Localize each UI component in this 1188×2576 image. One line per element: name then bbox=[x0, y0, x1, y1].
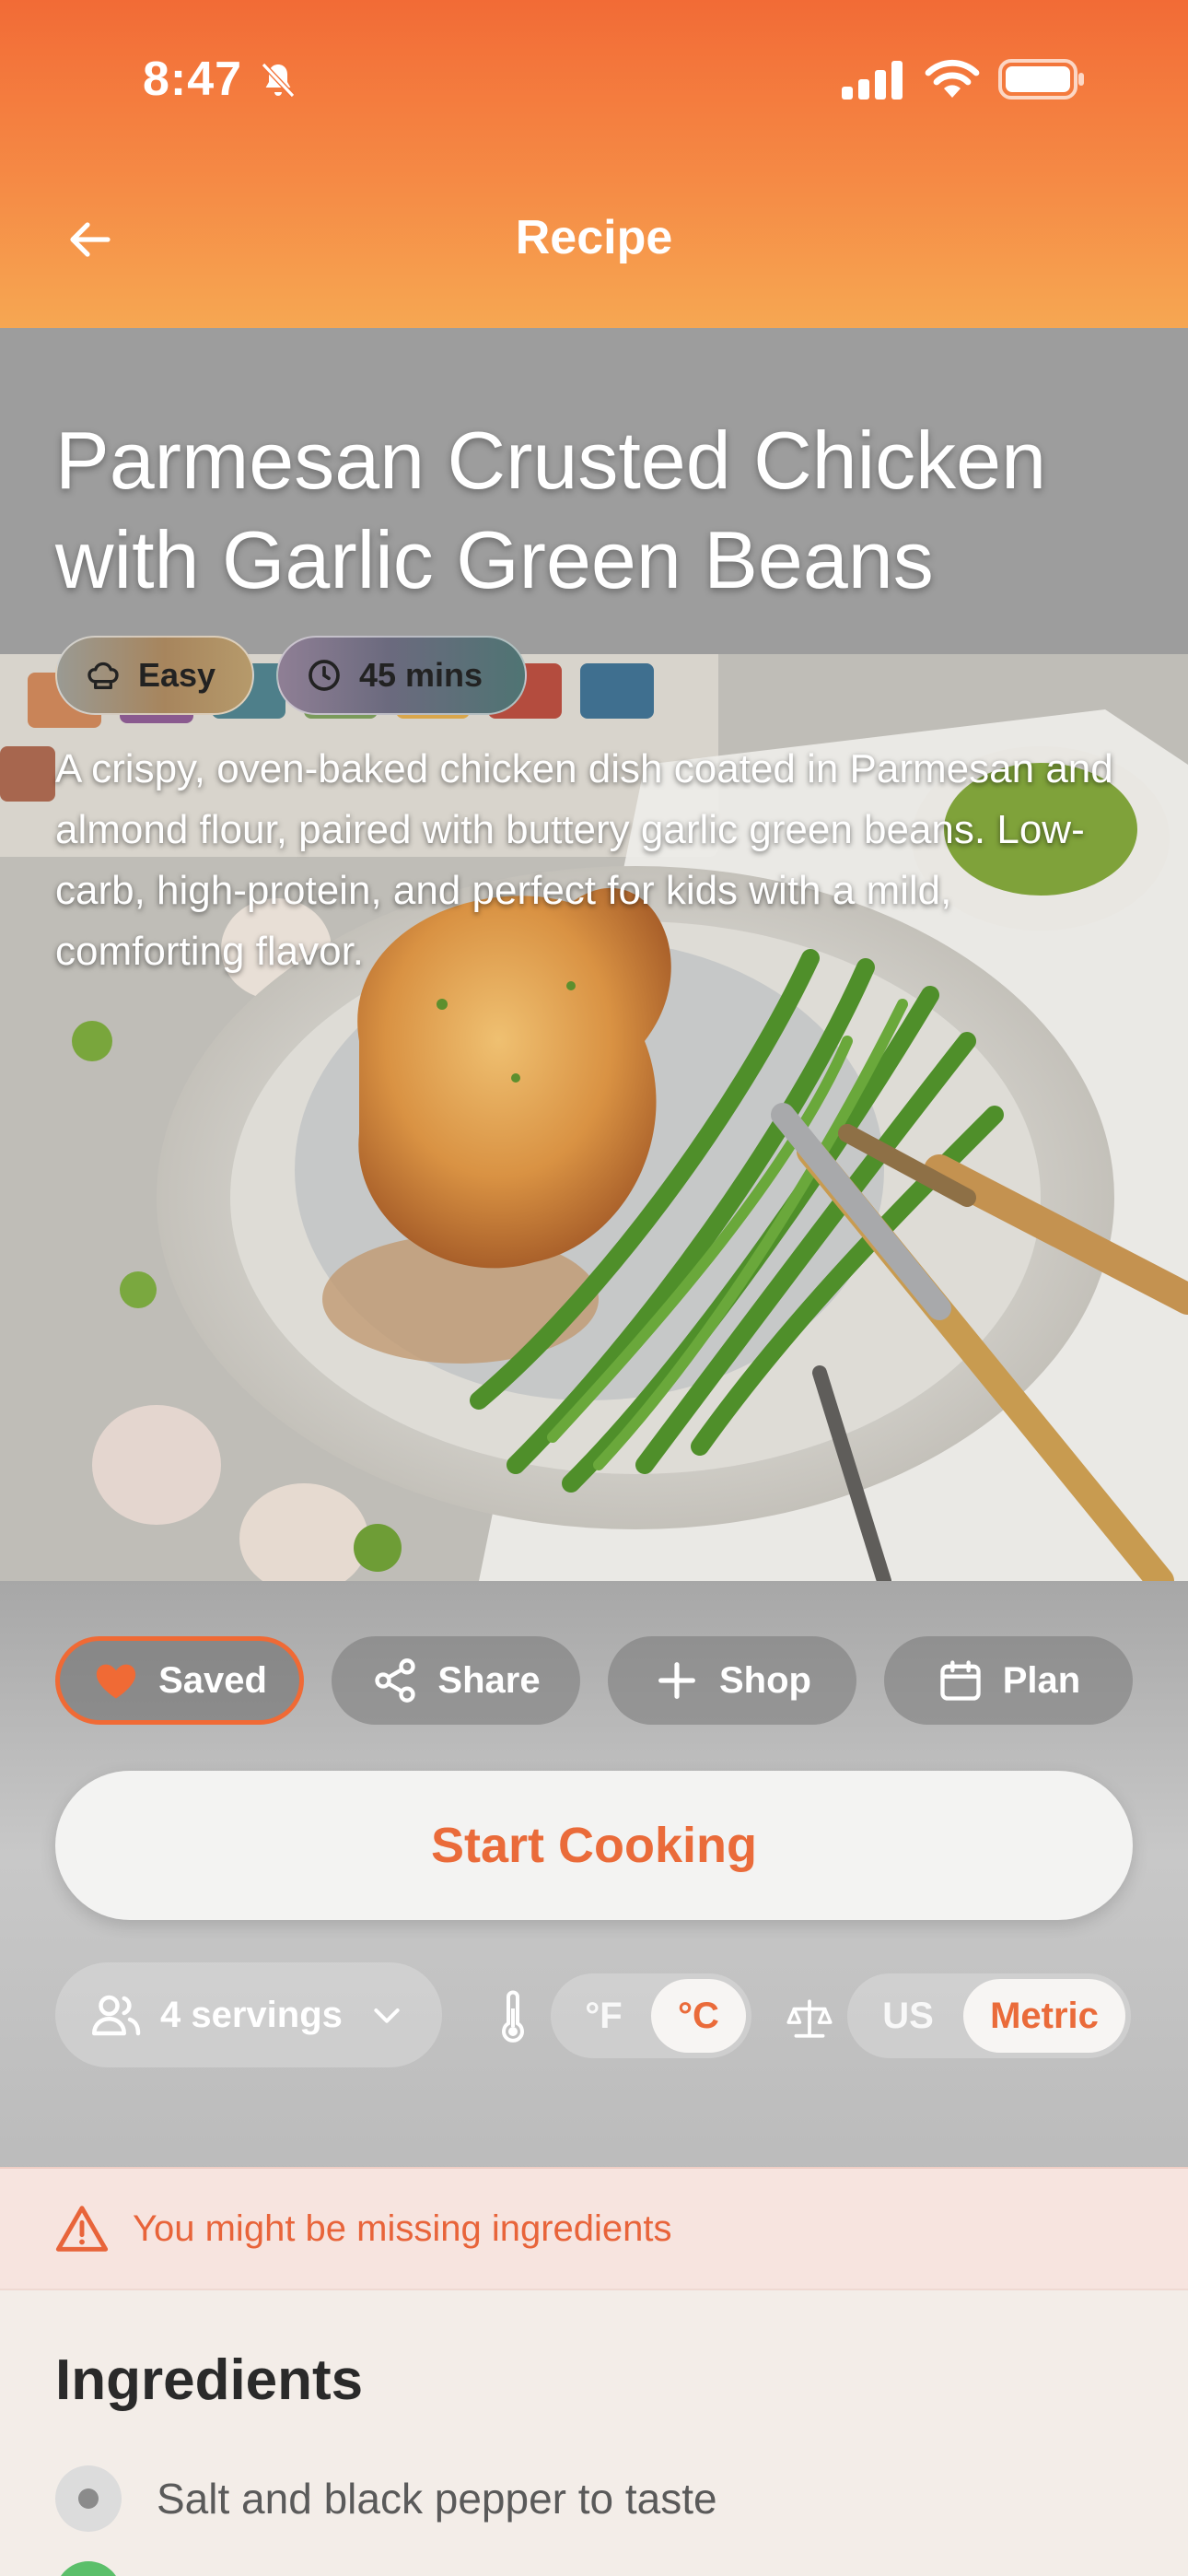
saved-label: Saved bbox=[158, 1659, 267, 1701]
duration-label: 45 mins bbox=[359, 656, 483, 694]
share-icon bbox=[375, 1658, 416, 1703]
chevron-down-icon bbox=[374, 2008, 400, 2023]
duration-badge: 45 mins bbox=[276, 636, 527, 715]
share-button[interactable]: Share bbox=[332, 1636, 580, 1725]
scale-icon bbox=[786, 1999, 833, 2038]
battery-icon bbox=[998, 59, 1084, 100]
bell-slash-icon bbox=[261, 62, 296, 99]
app-header: 8:47 Recipe bbox=[0, 0, 1188, 328]
chef-hat-icon bbox=[87, 662, 119, 689]
page-title: Recipe bbox=[515, 211, 673, 264]
servings-label: 4 servings bbox=[160, 1994, 343, 2035]
difficulty-badge: Easy bbox=[55, 636, 254, 715]
ingredient-item[interactable]: Salt and black pepper to taste bbox=[55, 2465, 717, 2532]
difficulty-label: Easy bbox=[138, 656, 216, 694]
ingredient-label: Salt and black pepper to taste bbox=[157, 2475, 717, 2523]
shop-button[interactable]: Shop bbox=[608, 1636, 856, 1725]
thermometer-icon bbox=[502, 1990, 524, 2043]
clock-icon bbox=[309, 660, 340, 691]
people-icon bbox=[92, 1995, 141, 2036]
temperature-toggle[interactable]: °F °C bbox=[551, 1973, 751, 2058]
ingredient-status-indicator[interactable] bbox=[55, 2465, 122, 2532]
share-label: Share bbox=[437, 1659, 541, 1701]
start-cooking-button[interactable]: Start Cooking bbox=[55, 1771, 1133, 1920]
celsius-option[interactable]: °C bbox=[651, 1979, 746, 2053]
servings-selector[interactable]: 4 servings bbox=[55, 1962, 442, 2067]
wifi-icon bbox=[925, 59, 980, 98]
metric-units-option[interactable]: Metric bbox=[963, 1979, 1125, 2053]
heart-icon bbox=[96, 1664, 136, 1699]
saved-button[interactable]: Saved bbox=[55, 1636, 304, 1725]
ingredient-status-indicator[interactable] bbox=[55, 2561, 122, 2576]
fahrenheit-option[interactable]: °F bbox=[556, 1979, 651, 2053]
shop-label: Shop bbox=[719, 1659, 811, 1701]
plus-icon bbox=[658, 1662, 695, 1699]
calendar-icon bbox=[940, 1660, 981, 1701]
plan-label: Plan bbox=[1002, 1659, 1081, 1701]
status-time: 8:47 bbox=[143, 53, 243, 106]
recipe-title: Parmesan Crusted Chicken with Garlic Gre… bbox=[55, 415, 1047, 605]
missing-ingredients-text: You might be missing ingredients bbox=[133, 2207, 672, 2249]
missing-ingredients-banner[interactable]: You might be missing ingredients bbox=[0, 2167, 1188, 2290]
plan-button[interactable]: Plan bbox=[884, 1636, 1133, 1725]
ingredients-heading: Ingredients bbox=[55, 2348, 364, 2412]
signal-icon bbox=[842, 61, 903, 100]
warning-icon bbox=[55, 2206, 109, 2252]
unit-toggle[interactable]: US Metric bbox=[847, 1973, 1131, 2058]
us-units-option[interactable]: US bbox=[853, 1979, 963, 2053]
recipe-description: A crispy, oven-baked chicken dish coated… bbox=[55, 746, 1113, 974]
